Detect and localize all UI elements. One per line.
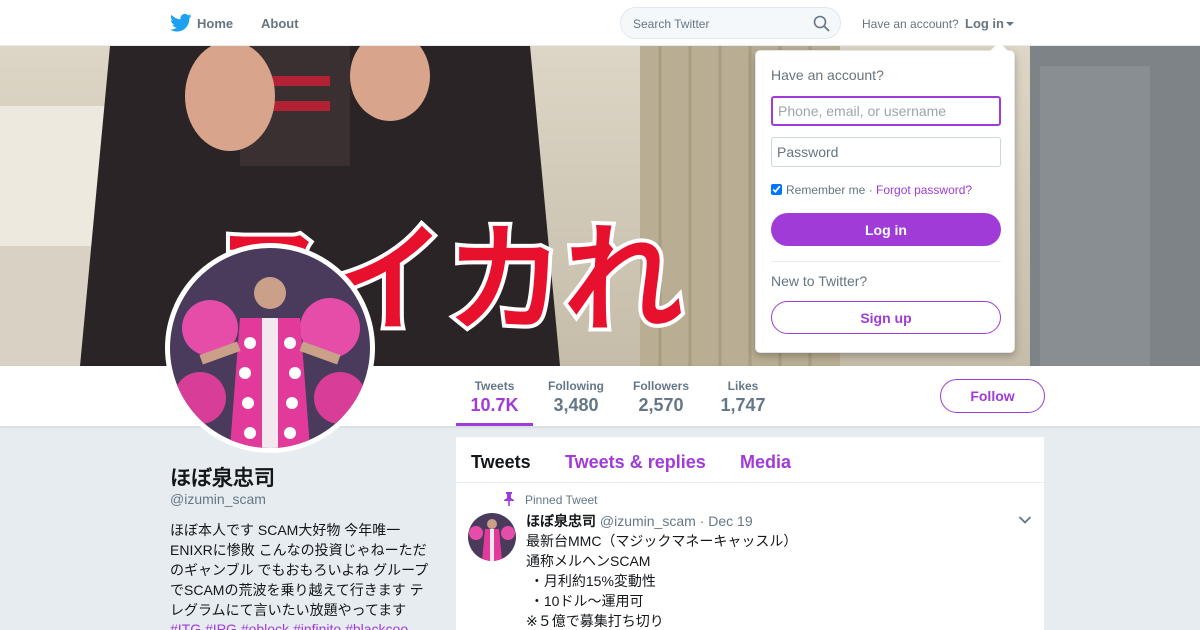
tweet-header: ほぼ泉忠司 @izumin_scam · Dec 19 — [526, 511, 753, 531]
tab-tweets-and-replies[interactable]: Tweets & replies — [565, 452, 706, 473]
tweet-author-name[interactable]: ほぼ泉忠司 — [526, 513, 596, 529]
stat-likes[interactable]: Likes 1,747 — [713, 366, 773, 426]
tab-tweets[interactable]: Tweets — [471, 452, 531, 473]
tab-media[interactable]: Media — [740, 452, 791, 473]
tweet-line: ※５億で募集打ち切り — [526, 613, 664, 629]
forgot-password-link[interactable]: Forgot password? — [876, 183, 972, 197]
follow-button[interactable]: Follow — [940, 379, 1045, 413]
tweet-date[interactable]: Dec 19 — [708, 513, 752, 529]
stat-tweets-label: Tweets — [474, 379, 515, 393]
bio-line: ほぼ本人です SCAM大好物 今年唯一 — [170, 522, 401, 538]
remember-me-checkbox[interactable] — [771, 184, 782, 195]
dropdown-divider — [771, 261, 1001, 262]
password-field[interactable] — [771, 137, 1001, 167]
search-input[interactable] — [633, 15, 808, 33]
stat-followers-value: 2,570 — [638, 395, 684, 415]
profile-bio: ほぼ本人です SCAM大好物 今年唯一 ENIXRに惨敗 こんなの投資じゃねーた… — [170, 520, 435, 620]
remember-me-label[interactable]: Remember me — [786, 183, 865, 197]
avatar-image — [170, 248, 370, 448]
search-box — [620, 7, 841, 39]
tweet-text: 最新台MMC（マジックマネーキャッスル） 通称メルヘンSCAM ・月利約15%変… — [526, 531, 797, 630]
username-field[interactable] — [771, 96, 1001, 126]
signup-button[interactable]: Sign up — [771, 301, 1001, 334]
chevron-down-icon[interactable] — [1018, 515, 1032, 525]
pin-icon — [504, 492, 514, 506]
stat-following-value: 3,480 — [553, 395, 599, 415]
new-to-twitter-text: New to Twitter? — [771, 273, 868, 289]
tweet-line: ・月利約15%変動性 — [526, 573, 656, 589]
pinned-tweet-label: Pinned Tweet — [525, 493, 598, 507]
nav-about-link[interactable]: About — [261, 16, 299, 31]
tweet-line: ・10ドル〜運用可 — [526, 593, 644, 609]
stat-tweets-value: 10.7K — [470, 395, 519, 415]
bio-line: ENIXRに惨敗 こんなの投資じゃねーただ — [170, 542, 427, 558]
profile-avatar[interactable] — [165, 243, 375, 453]
stat-likes-value: 1,747 — [720, 395, 766, 415]
stat-likes-label: Likes — [727, 379, 759, 393]
tweet-avatar[interactable] — [468, 513, 516, 561]
timeline-tabs: Tweets Tweets & replies Media — [456, 437, 1044, 483]
profile-handle: @izumin_scam — [170, 491, 266, 507]
search-icon[interactable] — [813, 15, 830, 32]
login-button[interactable]: Log in — [771, 213, 1001, 246]
remember-row: Remember me · Forgot password? — [771, 183, 972, 197]
stat-following[interactable]: Following 3,480 — [543, 366, 609, 426]
tweet-line: 通称メルヘンSCAM — [526, 553, 651, 569]
timeline: Tweets Tweets & replies Media Pinned Twe… — [456, 437, 1044, 630]
caret-down-icon — [1006, 22, 1014, 26]
have-account-text: Have an account? — [862, 17, 959, 31]
pinned-tweet[interactable]: Pinned Tweet ほぼ泉忠司 @izumin_scam · Dec 19… — [456, 483, 1044, 630]
remember-separator: · — [868, 183, 873, 197]
bio-line: でSCAMの荒波を乗り越えて行きます テ — [170, 582, 424, 598]
nav-home-link[interactable]: Home — [197, 16, 233, 31]
twitter-bird-icon[interactable] — [170, 13, 192, 33]
tweet-separator: · — [699, 513, 705, 529]
login-toggle-label: Log in — [965, 16, 1004, 31]
bio-line: のギャンブル でもおもろいよね グループ — [170, 562, 429, 578]
tweet-line: 最新台MMC（マジックマネーキャッスル） — [526, 533, 798, 549]
profile-name: ほぼ泉忠司 — [170, 467, 275, 490]
login-dropdown: Have an account? Remember me · Forgot pa… — [755, 42, 1015, 353]
stat-followers-label: Followers — [632, 379, 689, 393]
login-dropdown-title: Have an account? — [771, 67, 884, 83]
bio-line: レグラムにて言いたい放題やってます — [170, 602, 407, 618]
tweet-author-handle[interactable]: @izumin_scam — [600, 513, 696, 529]
tweet-avatar-image — [468, 513, 516, 561]
stat-followers[interactable]: Followers 2,570 — [628, 366, 694, 426]
top-nav: Home About Have an account? Log in — [0, 0, 1200, 46]
stat-tweets[interactable]: Tweets 10.7K — [456, 366, 533, 426]
stat-following-label: Following — [548, 379, 604, 393]
profile-hashtags[interactable]: #ITG #IPG #oblock #infinito #blackcoo — [170, 621, 435, 630]
login-dropdown-toggle[interactable]: Log in — [965, 16, 1014, 31]
